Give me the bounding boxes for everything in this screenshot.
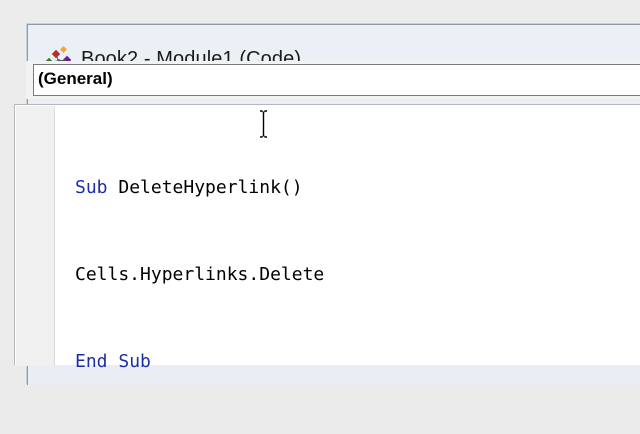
ibeam-cursor-icon: [260, 110, 267, 138]
keyword-end: End: [75, 351, 108, 372]
keyword-sub-end: Sub: [118, 351, 151, 372]
object-dropdown-value: (General): [38, 69, 113, 88]
code-line-1[interactable]: Sub DeleteHyperlink(): [75, 173, 324, 202]
object-dropdown[interactable]: (General): [33, 64, 640, 96]
code-line-3[interactable]: End Sub: [75, 347, 324, 376]
margin-indicator-bar[interactable]: [16, 106, 55, 366]
code-text[interactable]: Sub DeleteHyperlink() Cells.Hyperlinks.D…: [75, 115, 324, 434]
keyword-sub: Sub: [75, 177, 108, 198]
statement: Cells.Hyperlinks.Delete: [75, 264, 325, 285]
code-line-2[interactable]: Cells.Hyperlinks.Delete: [75, 260, 324, 289]
code-editor[interactable]: Sub DeleteHyperlink() Cells.Hyperlinks.D…: [14, 104, 640, 372]
procedure-name: DeleteHyperlink(): [118, 177, 303, 198]
